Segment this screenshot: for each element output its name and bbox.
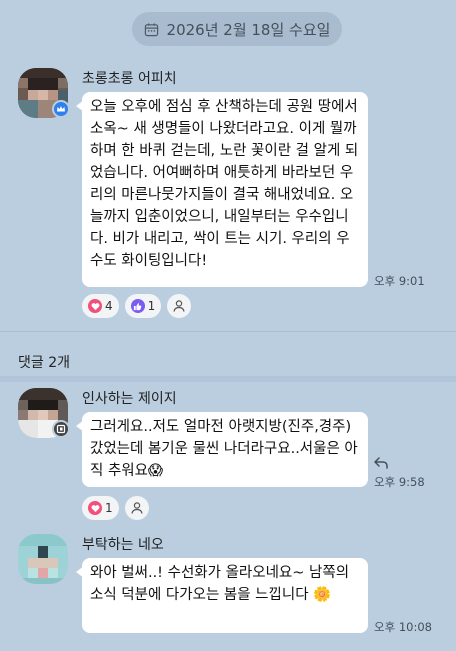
heart-icon bbox=[88, 501, 102, 515]
crown-badge-icon bbox=[52, 100, 70, 118]
post-author-name: 초롱초롱 어피치 bbox=[82, 71, 177, 87]
profile-badge-icon bbox=[52, 420, 70, 438]
comments-count-label: 댓글 2개 bbox=[18, 355, 70, 371]
person-icon bbox=[131, 502, 143, 514]
comment-message-bubble[interactable]: 그러게요..저도 얼마전 아랫지방(진주,경주)갔었는데 봄기운 물씬 나더라구… bbox=[76, 412, 368, 487]
add-reaction-button[interactable] bbox=[167, 294, 192, 318]
comment-author-avatar[interactable] bbox=[18, 534, 68, 584]
comment-message-text: 와아 벌써..! 수선화가 올라오네요~ 남쪽의 소식 덕분에 다가오는 봄을 … bbox=[90, 565, 350, 603]
comments-divider bbox=[0, 376, 456, 382]
date-separator: 2026년 2월 18일 수요일 bbox=[132, 12, 342, 46]
comment-reactions: 1 bbox=[82, 496, 149, 520]
comment-author-name: 부탁하는 네오 bbox=[82, 537, 164, 553]
reply-icon[interactable] bbox=[374, 457, 388, 469]
post-message-bubble[interactable]: 오늘 오후에 점심 후 산책하는데 공원 땅에서 소옥~ 새 생명들이 나왔더라… bbox=[76, 92, 368, 287]
thumbs-up-reaction-button[interactable]: 1 bbox=[124, 294, 162, 318]
thumbs-up-reaction-count: 1 bbox=[147, 299, 156, 313]
heart-reaction-count: 4 bbox=[105, 299, 113, 313]
add-reaction-button[interactable] bbox=[124, 496, 149, 520]
comment-message-text: 그러게요..저도 얼마전 아랫지방(진주,경주)갔었는데 봄기운 물씬 나더라구… bbox=[90, 419, 358, 479]
heart-reaction-button[interactable]: 1 bbox=[82, 496, 119, 520]
post-message-text: 오늘 오후에 점심 후 산책하는데 공원 땅에서 소옥~ 새 생명들이 나왔더라… bbox=[90, 99, 359, 269]
person-icon bbox=[173, 300, 185, 312]
post-time: 오후 9:01 bbox=[374, 274, 425, 288]
comment-time: 오후 10:08 bbox=[374, 620, 432, 634]
heart-reaction-button[interactable]: 4 bbox=[82, 294, 119, 318]
heart-icon bbox=[88, 299, 102, 313]
calendar-icon bbox=[144, 22, 158, 36]
thumbs-up-icon bbox=[130, 299, 145, 313]
comment-time: 오후 9:58 bbox=[374, 475, 425, 489]
post-reactions: 4 1 bbox=[82, 294, 192, 318]
heart-reaction-count: 1 bbox=[105, 501, 113, 515]
date-label: 2026년 2월 18일 수요일 bbox=[166, 20, 331, 39]
section-divider bbox=[0, 331, 456, 332]
comment-author-name: 인사하는 제이지 bbox=[82, 391, 177, 407]
comment-message-bubble[interactable]: 와아 벌써..! 수선화가 올라오네요~ 남쪽의 소식 덕분에 다가오는 봄을 … bbox=[76, 558, 368, 633]
